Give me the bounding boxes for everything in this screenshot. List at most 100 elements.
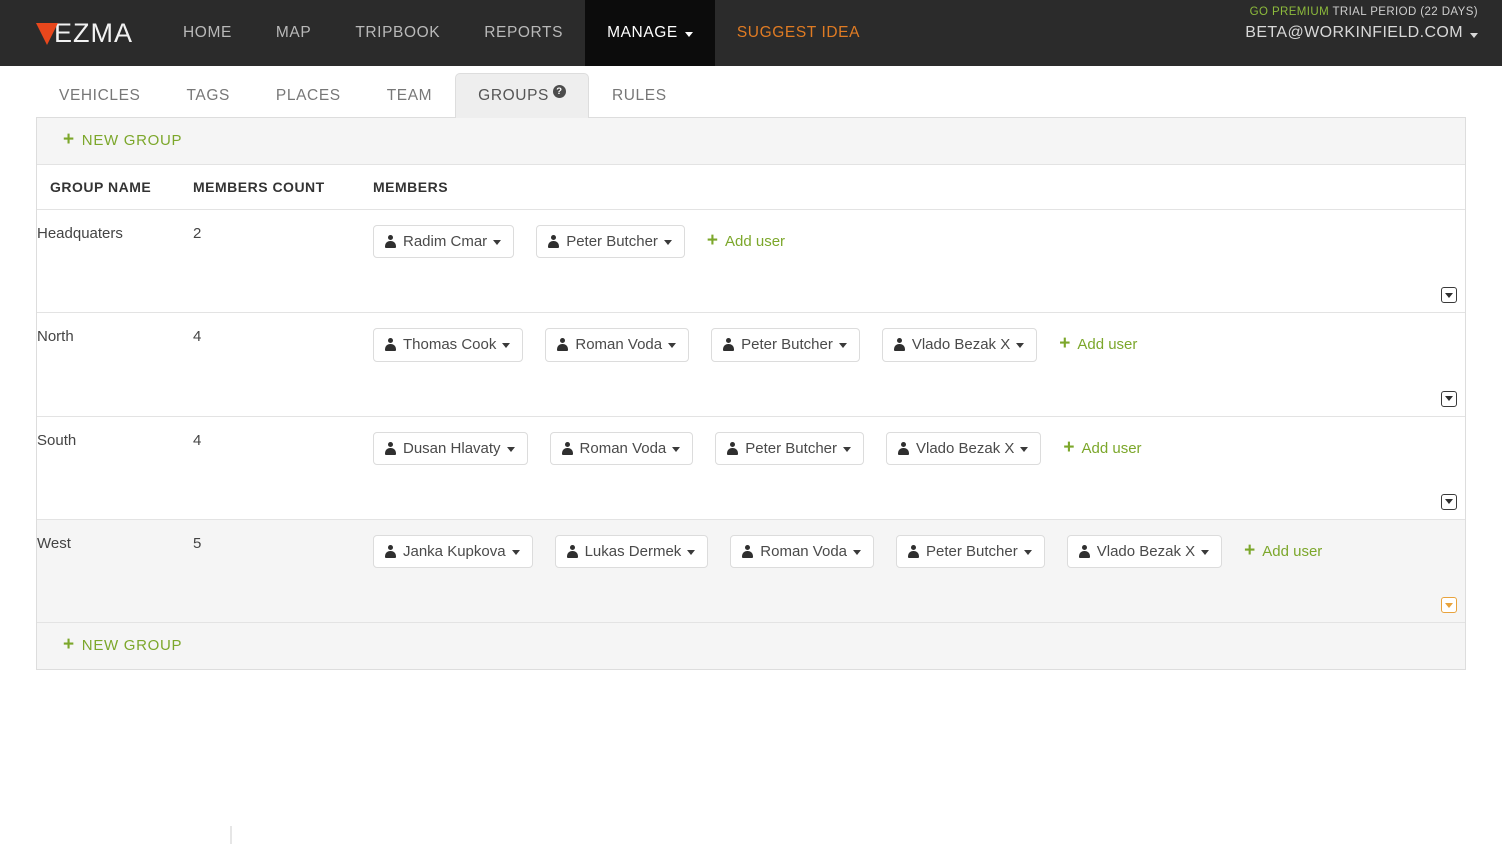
table-row[interactable]: West 5 Janka Kupkova Lukas Dermek Roman Voda…	[37, 519, 1465, 622]
column-header-members: MEMBERS	[373, 165, 1419, 210]
row-expand-toggle-icon[interactable]	[1441, 597, 1457, 613]
tab-places[interactable]: PLACES	[253, 75, 364, 117]
member-button[interactable]: Lukas Dermek	[554, 534, 709, 568]
member-button[interactable]: Janka Kupkova	[373, 534, 533, 568]
nav-item-label: MAP	[275, 24, 312, 41]
chevron-down-icon	[853, 549, 862, 555]
chevron-down-icon	[843, 446, 851, 452]
member-button[interactable]: Vlado Bezak X	[1066, 534, 1223, 568]
add-user-button[interactable]: + Add user	[1063, 438, 1141, 458]
member-name-label: Roman Voda	[575, 336, 663, 354]
cell-members: Janka Kupkova Lukas Dermek Roman Voda Peter…	[373, 519, 1419, 622]
member-name-label: Radim Cmar	[403, 233, 488, 250]
member-button[interactable]: Peter Butcher	[536, 225, 685, 259]
chevron-down-icon	[511, 549, 520, 555]
chevron-down-icon	[1445, 292, 1453, 298]
tab-label: PLACES	[275, 87, 341, 104]
member-button[interactable]: Vlado Bezak X	[881, 328, 1038, 362]
cell-row-actions	[1419, 209, 1465, 314]
nav-item-map[interactable]: MAP	[254, 0, 333, 66]
account-email-label: BETA@WORKINFIELD.COM	[1245, 23, 1463, 41]
table-row[interactable]: Headquaters 2 Radim Cmar Peter Butcher + Add …	[37, 209, 1465, 314]
chevron-down-icon	[687, 549, 696, 555]
add-user-button[interactable]: + Add user	[707, 231, 785, 251]
tab-tags[interactable]: TAGS	[163, 75, 252, 117]
plus-icon: +	[1059, 333, 1071, 355]
member-button[interactable]: Thomas Cook	[373, 328, 524, 362]
tab-groups[interactable]: GROUPS?	[455, 72, 589, 118]
nav-item-manage[interactable]: MANAGE	[585, 0, 715, 66]
member-button[interactable]: Dusan Hlavaty	[373, 431, 528, 465]
chevron-down-icon	[838, 343, 847, 349]
tab-rules[interactable]: RULES	[589, 75, 690, 117]
plus-icon: +	[63, 129, 75, 150]
groups-panel: + NEW GROUP GROUP NAME MEMBERS COUNT MEM…	[36, 118, 1466, 670]
account-email-menu[interactable]: BETA@WORKINFIELD.COM	[1245, 21, 1478, 44]
go-premium-link[interactable]: GO PREMIUM	[1250, 6, 1329, 18]
member-name-label: Peter Butcher	[926, 542, 1018, 560]
members-list: Dusan Hlavaty Roman Voda Peter Butcher Vlad…	[373, 431, 1419, 519]
add-user-button[interactable]: + Add user	[1244, 541, 1322, 561]
cell-group-name: West	[37, 519, 193, 622]
member-button[interactable]: Vlado Bezak X	[886, 431, 1042, 465]
nav-item-reports[interactable]: REPORTS	[462, 0, 585, 66]
person-icon	[561, 441, 573, 455]
groups-table: GROUP NAME MEMBERS COUNT MEMBERS Headqua…	[37, 165, 1465, 622]
person-icon	[898, 441, 909, 455]
member-button[interactable]: Roman Voda	[549, 431, 694, 465]
member-button[interactable]: Roman Voda	[545, 328, 690, 362]
trial-period-text: TRIAL PERIOD (22 DAYS)	[1332, 6, 1478, 18]
member-name-label: Peter Butcher	[745, 439, 837, 457]
person-icon	[385, 235, 396, 249]
row-expand-toggle-icon[interactable]	[1441, 390, 1457, 407]
chevron-down-icon	[506, 446, 515, 452]
help-question-icon[interactable]: ?	[552, 84, 566, 98]
chevron-down-icon	[1445, 499, 1453, 505]
groups-table-head: GROUP NAME MEMBERS COUNT MEMBERS	[37, 165, 1465, 210]
member-button[interactable]: Peter Butcher	[896, 534, 1045, 568]
member-button[interactable]: Peter Butcher	[711, 328, 860, 362]
main-nav-items: HOME MAP TRIPBOOK REPORTS MANAGE SUGGEST IDEA	[161, 0, 882, 66]
top-navigation-bar: EZMA HOME MAP TRIPBOOK REPORTS MANAGE SUGGEST…	[0, 0, 1502, 66]
cell-group-name: South	[37, 416, 193, 520]
chevron-down-icon	[1201, 549, 1210, 555]
member-name-label: Thomas Cook	[403, 336, 497, 354]
chevron-down-icon	[668, 343, 677, 349]
person-icon	[908, 544, 920, 558]
member-button[interactable]: Roman Voda	[730, 534, 875, 568]
new-group-button-bottom[interactable]: + NEW GROUP	[63, 635, 183, 655]
member-button[interactable]: Radim Cmar	[373, 225, 515, 259]
table-row[interactable]: North 4 Thomas Cook Roman Voda Peter Butcher…	[37, 312, 1465, 417]
nav-item-tripbook[interactable]: TRIPBOOK	[333, 0, 462, 66]
column-header-actions	[1419, 165, 1465, 210]
cell-group-name: Headquaters	[37, 209, 193, 314]
nav-item-home[interactable]: HOME	[161, 0, 254, 66]
add-user-button[interactable]: + Add user	[1059, 333, 1137, 355]
new-group-bar-top: + NEW GROUP	[37, 118, 1465, 165]
tab-vehicles[interactable]: VEHICLES	[36, 75, 163, 117]
row-expand-toggle-icon[interactable]	[1441, 493, 1457, 510]
nav-item-suggest-idea[interactable]: SUGGEST IDEA	[715, 0, 882, 66]
cell-row-actions	[1419, 519, 1465, 622]
chevron-down-icon	[493, 240, 502, 246]
premium-promo[interactable]: GO PREMIUM TRIAL PERIOD (22 DAYS)	[1245, 4, 1478, 21]
row-expand-toggle-icon[interactable]	[1441, 287, 1457, 304]
chevron-down-icon	[1020, 446, 1029, 452]
nav-item-label: TRIPBOOK	[355, 24, 441, 41]
chevron-down-icon	[1470, 32, 1478, 38]
member-name-label: Vlado Bezak X	[1096, 542, 1196, 560]
person-icon	[557, 338, 569, 352]
member-name-label: Janka Kupkova	[403, 542, 506, 560]
table-row[interactable]: South 4 Dusan Hlavaty Roman Voda Peter Butch…	[37, 416, 1465, 520]
new-group-label-bottom: NEW GROUP	[81, 637, 183, 654]
tab-team[interactable]: TEAM	[364, 75, 455, 117]
chevron-down-icon	[684, 31, 693, 37]
member-name-label: Peter Butcher	[741, 336, 833, 354]
new-group-button-top[interactable]: + NEW GROUP	[63, 129, 182, 150]
member-name-label: Vlado Bezak X	[911, 336, 1011, 354]
members-list: Janka Kupkova Lukas Dermek Roman Voda Peter…	[373, 534, 1419, 622]
person-icon	[723, 338, 735, 352]
member-button[interactable]: Peter Butcher	[715, 431, 864, 465]
column-header-members-count: MEMBERS COUNT	[193, 165, 373, 210]
brand-logo[interactable]: EZMA	[0, 0, 161, 66]
